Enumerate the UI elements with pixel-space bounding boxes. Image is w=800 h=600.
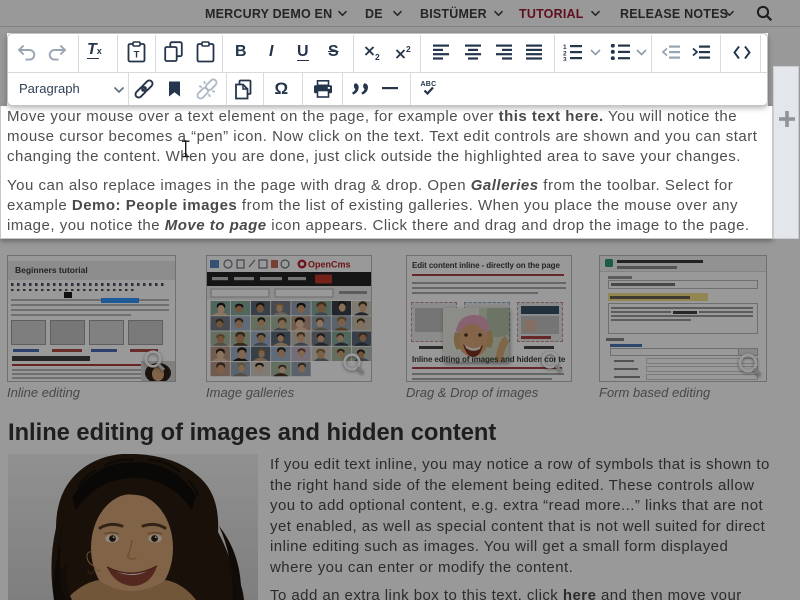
svg-text:T: T — [134, 50, 140, 61]
svg-text:ABC: ABC — [420, 81, 436, 88]
svg-text:3: 3 — [563, 57, 567, 62]
svg-text:2: 2 — [406, 44, 411, 54]
svg-text:2: 2 — [375, 52, 380, 61]
